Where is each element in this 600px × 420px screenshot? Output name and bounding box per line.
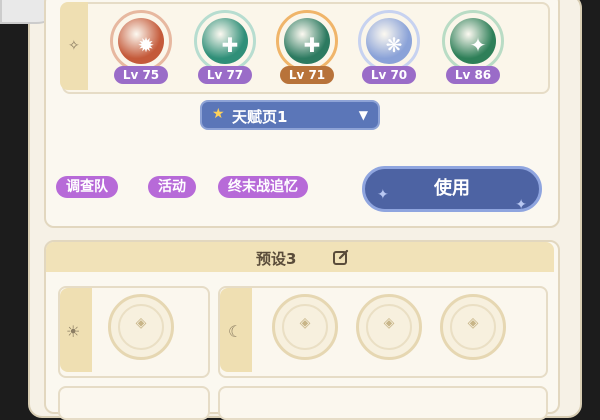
tag-event: 活动 — [148, 176, 196, 198]
talent-page-label: 天赋页1 — [232, 108, 288, 126]
talent-page-dropdown[interactable]: ★ 天赋页1 ▼ — [200, 100, 380, 130]
diamond-icon: ◈ — [135, 315, 147, 331]
use-button-label: 使用 — [434, 178, 470, 199]
use-button[interactable]: ✦ 使用 ✦ — [362, 166, 542, 213]
sparkle-icon: ✦ — [515, 197, 527, 213]
preset-title: 预设3 — [256, 250, 297, 268]
character-portrait-icon: ✹ — [137, 33, 155, 57]
star-icon: ★ — [212, 106, 225, 122]
tag-final-battle-memory: 终末战追忆 — [218, 176, 308, 198]
tag-investigation-team: 调查队 — [56, 176, 118, 198]
diamond-icon: ◈ — [383, 315, 395, 331]
character-portrait-icon: ✚ — [221, 33, 239, 57]
character-portrait-icon: ❋ — [385, 33, 403, 57]
character-slot-5[interactable]: ✦ — [442, 10, 504, 72]
team-slot-box — [218, 386, 548, 420]
level-badge: Lv 86 — [446, 66, 500, 84]
character-slot-2[interactable]: ✚ — [194, 10, 256, 72]
empty-character-slot[interactable]: ◈ — [108, 294, 174, 360]
preset-header — [46, 242, 554, 272]
level-badge: Lv 70 — [362, 66, 416, 84]
character-slot-4[interactable]: ❋ — [358, 10, 420, 72]
chevron-down-icon: ▼ — [358, 108, 368, 122]
moon-icon: ☾ — [228, 322, 243, 341]
edit-icon[interactable] — [332, 248, 350, 266]
sparkle-icon: ✦ — [377, 187, 389, 203]
level-badge: Lv 77 — [198, 66, 252, 84]
character-portrait-icon: ✚ — [303, 33, 321, 57]
character-portrait-icon: ✦ — [469, 33, 487, 57]
level-badge: Lv 75 — [114, 66, 168, 84]
level-badge: Lv 71 — [280, 66, 334, 84]
diamond-icon: ◈ — [299, 315, 311, 331]
empty-character-slot[interactable]: ◈ — [440, 294, 506, 360]
character-slot-1[interactable]: ✹ — [110, 10, 172, 72]
diamond-icon: ✧ — [68, 38, 80, 54]
sun-icon: ☀ — [66, 322, 81, 341]
solo-slot-box — [58, 386, 210, 420]
diamond-icon: ◈ — [467, 315, 479, 331]
empty-character-slot[interactable]: ◈ — [356, 294, 422, 360]
empty-character-slot[interactable]: ◈ — [272, 294, 338, 360]
character-slot-3[interactable]: ✚ — [276, 10, 338, 72]
